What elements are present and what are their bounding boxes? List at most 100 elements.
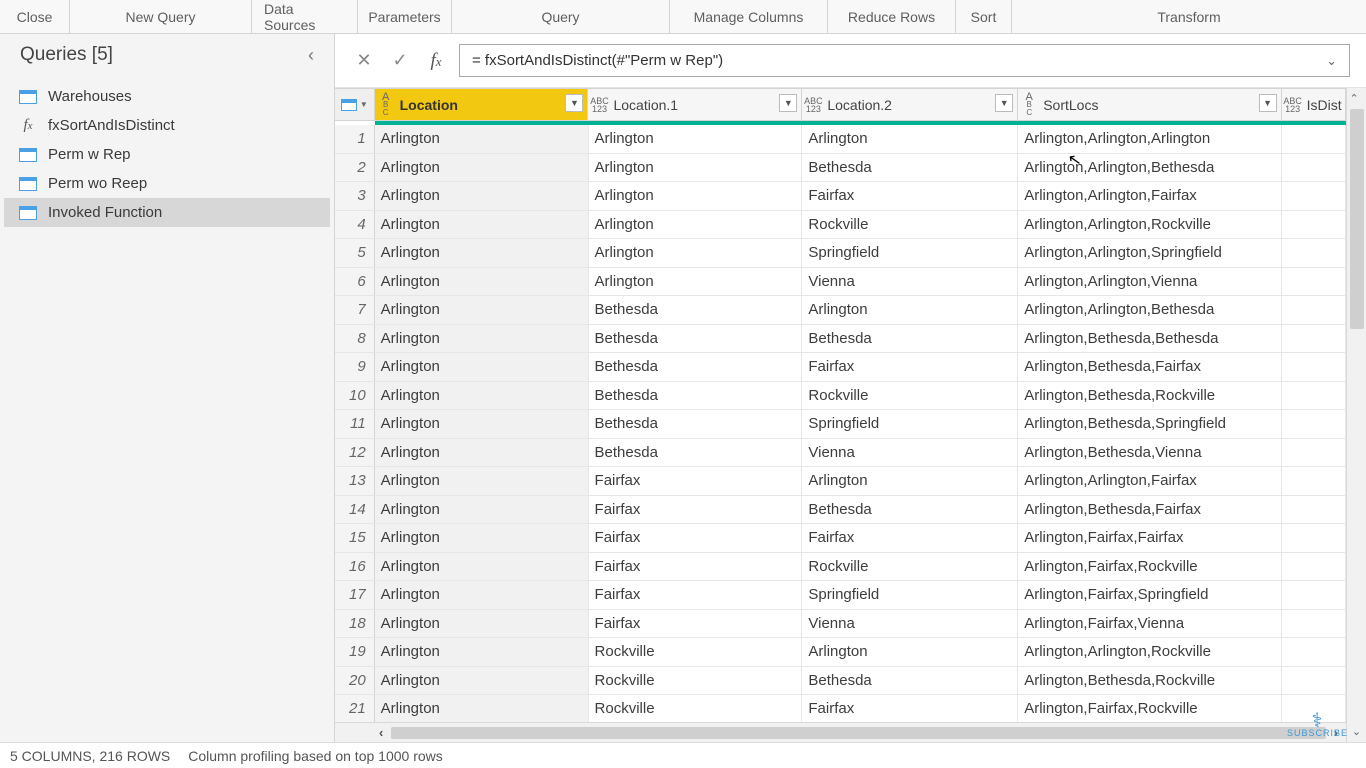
cell[interactable]: Arlington,Arlington,Vienna (1018, 268, 1281, 296)
cell[interactable]: Arlington,Arlington,Bethesda (1018, 154, 1281, 182)
cell[interactable] (1282, 182, 1346, 210)
ribbon-reduce-rows[interactable]: Reduce Rows (828, 0, 956, 33)
cell[interactable]: Arlington,Fairfax,Fairfax (1018, 524, 1281, 552)
cell[interactable]: Bethesda (589, 410, 803, 438)
filter-dropdown-icon[interactable]: ▼ (565, 94, 583, 112)
cell[interactable]: Rockville (589, 695, 803, 722)
row-number[interactable]: 9 (335, 353, 375, 381)
cell[interactable]: Vienna (802, 439, 1018, 467)
ribbon-new-query[interactable]: New Query (70, 0, 252, 33)
cell[interactable]: Arlington (375, 182, 589, 210)
row-number[interactable]: 15 (335, 524, 375, 552)
cell[interactable]: Bethesda (589, 353, 803, 381)
cell[interactable]: Arlington,Fairfax,Vienna (1018, 610, 1281, 638)
cell[interactable] (1282, 638, 1346, 666)
cell[interactable] (1282, 268, 1346, 296)
collapse-pane-icon[interactable]: ‹ (308, 45, 314, 66)
cell[interactable]: Arlington,Arlington,Rockville (1018, 211, 1281, 239)
cell[interactable]: Arlington (375, 268, 589, 296)
cell[interactable] (1282, 154, 1346, 182)
row-number[interactable]: 5 (335, 239, 375, 267)
cell[interactable]: Fairfax (589, 610, 803, 638)
cell[interactable]: Arlington (375, 553, 589, 581)
column-header-location1[interactable]: ABC123 Location.1 ▼ (588, 89, 802, 120)
row-number[interactable]: 10 (335, 382, 375, 410)
cell[interactable]: Bethesda (589, 296, 803, 324)
cell[interactable]: Bethesda (802, 667, 1018, 695)
cell[interactable]: Springfield (802, 581, 1018, 609)
hscroll-thumb[interactable] (391, 727, 1325, 739)
row-number[interactable]: 1 (335, 125, 375, 153)
filter-dropdown-icon[interactable]: ▼ (779, 94, 797, 112)
cell[interactable]: Rockville (802, 553, 1018, 581)
cell[interactable]: Arlington (589, 239, 803, 267)
cell[interactable]: Arlington,Arlington,Arlington (1018, 125, 1281, 153)
cell[interactable] (1282, 581, 1346, 609)
cell[interactable] (1282, 353, 1346, 381)
horizontal-scrollbar[interactable]: ‹ › (335, 722, 1346, 742)
cell[interactable]: Arlington (375, 410, 589, 438)
cell[interactable]: Rockville (589, 667, 803, 695)
cell[interactable]: Arlington,Bethesda,Vienna (1018, 439, 1281, 467)
cell[interactable]: Bethesda (802, 325, 1018, 353)
cell[interactable]: Arlington (375, 296, 589, 324)
cell[interactable]: Rockville (589, 638, 803, 666)
table-row[interactable]: 8ArlingtonBethesdaBethesdaArlington,Beth… (335, 325, 1346, 354)
cell[interactable]: Arlington,Fairfax,Springfield (1018, 581, 1281, 609)
cell[interactable]: Arlington (375, 695, 589, 722)
cell[interactable]: Fairfax (802, 353, 1018, 381)
table-row[interactable]: 21ArlingtonRockvilleFairfaxArlington,Fai… (335, 695, 1346, 722)
scroll-down-icon[interactable]: ⌄ (1352, 725, 1361, 738)
table-row[interactable]: 2ArlingtonArlingtonBethesdaArlington,Arl… (335, 154, 1346, 183)
cell[interactable]: Arlington (375, 581, 589, 609)
cell[interactable]: Bethesda (589, 382, 803, 410)
column-header-isdist[interactable]: ABC123 IsDist (1282, 89, 1346, 120)
row-number[interactable]: 2 (335, 154, 375, 182)
cell[interactable] (1282, 439, 1346, 467)
cell[interactable]: Arlington,Arlington,Bethesda (1018, 296, 1281, 324)
cell[interactable]: Arlington (375, 211, 589, 239)
row-number[interactable]: 13 (335, 467, 375, 495)
formula-input[interactable]: = fxSortAndIsDistinct(#"Perm w Rep") ⌄ (459, 44, 1350, 77)
ribbon-manage-columns[interactable]: Manage Columns (670, 0, 828, 33)
table-row[interactable]: 6ArlingtonArlingtonViennaArlington,Arlin… (335, 268, 1346, 297)
cell[interactable]: Arlington,Arlington,Fairfax (1018, 182, 1281, 210)
row-number[interactable]: 12 (335, 439, 375, 467)
cancel-formula-icon[interactable]: ✕ (351, 48, 377, 74)
cell[interactable]: Fairfax (802, 524, 1018, 552)
table-row[interactable]: 18ArlingtonFairfaxViennaArlington,Fairfa… (335, 610, 1346, 639)
cell[interactable]: Arlington (589, 125, 803, 153)
cell[interactable]: Arlington,Arlington,Fairfax (1018, 467, 1281, 495)
cell[interactable]: Arlington (589, 268, 803, 296)
filter-dropdown-icon[interactable]: ▼ (995, 94, 1013, 112)
cell[interactable] (1282, 211, 1346, 239)
row-number[interactable]: 18 (335, 610, 375, 638)
cell[interactable]: Bethesda (802, 154, 1018, 182)
cell[interactable] (1282, 296, 1346, 324)
cell[interactable]: Fairfax (589, 496, 803, 524)
table-row[interactable]: 9ArlingtonBethesdaFairfaxArlington,Bethe… (335, 353, 1346, 382)
cell[interactable]: Fairfax (802, 182, 1018, 210)
cell[interactable]: Vienna (802, 268, 1018, 296)
row-number[interactable]: 3 (335, 182, 375, 210)
cell[interactable] (1282, 410, 1346, 438)
cell[interactable]: Arlington,Fairfax,Rockville (1018, 553, 1281, 581)
table-row[interactable]: 5ArlingtonArlingtonSpringfieldArlington,… (335, 239, 1346, 268)
cell[interactable]: Arlington (802, 125, 1018, 153)
table-row[interactable]: 3ArlingtonArlingtonFairfaxArlington,Arli… (335, 182, 1346, 211)
row-number[interactable]: 21 (335, 695, 375, 722)
cell[interactable]: Arlington (802, 638, 1018, 666)
table-row[interactable]: 20ArlingtonRockvilleBethesdaArlington,Be… (335, 667, 1346, 696)
vscroll-thumb[interactable] (1350, 109, 1364, 329)
cell[interactable]: Arlington,Bethesda,Bethesda (1018, 325, 1281, 353)
cell[interactable]: Arlington (375, 125, 589, 153)
query-item[interactable]: Perm wo Reep (4, 169, 330, 198)
filter-dropdown-icon[interactable]: ▼ (1259, 94, 1277, 112)
ribbon-query[interactable]: Query (452, 0, 670, 33)
ribbon-close[interactable]: Close (0, 0, 70, 33)
cell[interactable]: Arlington (375, 239, 589, 267)
cell[interactable]: Fairfax (802, 695, 1018, 722)
cell[interactable] (1282, 524, 1346, 552)
cell[interactable]: Arlington (375, 638, 589, 666)
cell[interactable]: Arlington (802, 467, 1018, 495)
